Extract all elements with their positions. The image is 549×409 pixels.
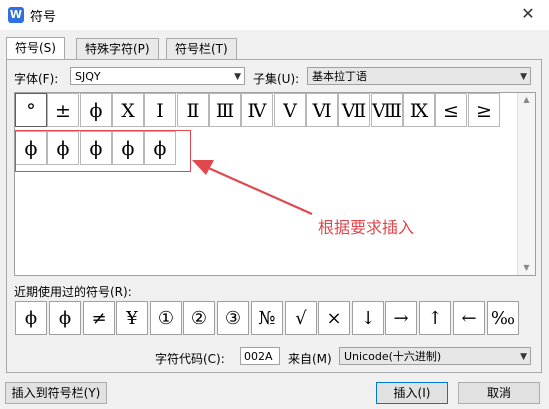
recent-symbol[interactable]: ≠ — [83, 301, 115, 335]
recent-symbol[interactable]: ‰ — [487, 301, 519, 335]
recent-symbol[interactable]: ③ — [217, 301, 249, 335]
insert-to-symbol-bar-button[interactable]: 插入到符号栏(Y) — [5, 382, 107, 404]
annotation-text: 根据要求插入 — [318, 218, 415, 237]
char-code-input[interactable]: 002A — [240, 347, 280, 365]
insert-button[interactable]: 插入(I) — [376, 382, 448, 404]
recent-symbol[interactable]: ↓ — [352, 301, 384, 335]
recent-symbol[interactable]: → — [385, 301, 417, 335]
recent-symbol[interactable]: ↑ — [419, 301, 451, 335]
recent-symbol[interactable]: × — [318, 301, 350, 335]
char-code-label: 字符代码(C): — [155, 352, 225, 366]
from-select[interactable]: Unicode(十六进制) ▼ — [339, 347, 531, 365]
recent-symbol[interactable]: ← — [453, 301, 485, 335]
recent-symbol[interactable]: ① — [150, 301, 182, 335]
recent-symbol[interactable]: № — [251, 301, 283, 335]
recent-symbol[interactable]: ϕ — [49, 301, 81, 335]
recent-symbol[interactable]: √ — [285, 301, 317, 335]
recent-symbol[interactable]: ϕ — [15, 301, 47, 335]
recent-symbol[interactable]: ¥ — [116, 301, 148, 335]
recent-symbol[interactable]: ② — [183, 301, 215, 335]
cancel-button[interactable]: 取消 — [458, 382, 540, 404]
from-label: 来自(M) — [288, 352, 332, 366]
from-select-value: Unicode(十六进制) — [344, 350, 442, 363]
recent-symbols-label: 近期使用过的符号(R): — [14, 285, 132, 299]
recent-symbols-row: ϕ ϕ ≠ ¥ ① ② ③ № √ × ↓ → ↑ ← ‰ — [15, 301, 535, 337]
chevron-down-icon: ▼ — [520, 352, 527, 362]
